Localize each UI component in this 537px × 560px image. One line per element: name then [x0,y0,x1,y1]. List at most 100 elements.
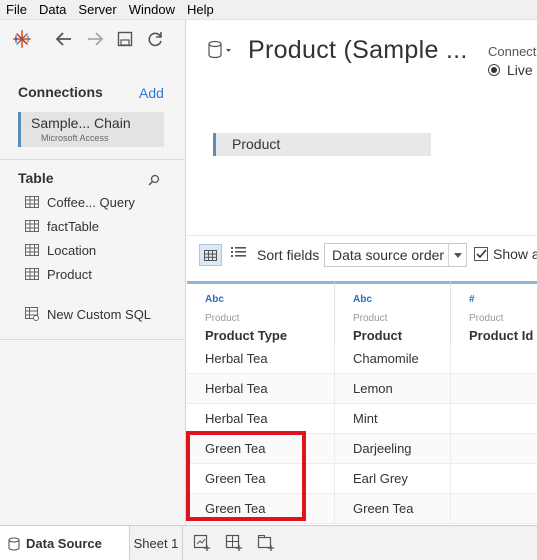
sort-fields-label: Sort fields [257,247,320,263]
connections-heading: Connections [18,84,103,100]
connection-type: Microsoft Access [41,133,109,143]
live-label: Live [507,62,533,78]
table-item-label: Coffee... Query [47,194,135,210]
table-grid-icon [25,220,39,232]
table-item-label: Product [47,266,92,282]
tableau-logo-icon[interactable] [11,28,33,50]
tab-label: Data Source [26,536,102,551]
column-header-product[interactable]: Abc Product Product [335,281,451,349]
table-cell [451,374,537,404]
divider [0,339,186,340]
forward-arrow-icon[interactable] [84,28,106,50]
toolbar [0,20,186,64]
table-grid-icon [25,196,39,208]
table-item-coffee-query[interactable]: Coffee... Query [25,193,135,211]
table-grid-icon [25,244,39,256]
column-source: Product [205,313,240,324]
string-type-icon[interactable]: Abc [205,294,224,305]
table-item-product[interactable]: Product [25,265,92,283]
sheet-tab-bar: Data Source Sheet 1 [0,525,537,560]
connection-item[interactable]: Sample... Chain Microsoft Access [18,112,164,147]
table-cell: Green Tea [187,434,335,464]
table-row: Green Tea Earl Grey [187,464,537,494]
tab-sheet-1[interactable]: Sheet 1 [130,526,183,560]
table-cell: Earl Grey [335,464,451,494]
table-cell [451,434,537,464]
refresh-icon[interactable] [144,28,166,50]
menu-server[interactable]: Server [72,0,122,20]
menu-help[interactable]: Help [181,0,220,20]
save-icon[interactable] [114,28,136,50]
new-custom-sql[interactable]: New Custom SQL [25,305,151,323]
connection-name: Sample... Chain [31,115,131,131]
table-cell: Green Tea [187,464,335,494]
table-cell: Green Tea [187,494,335,524]
column-name: Product [353,328,403,343]
table-row: Herbal Tea Mint [187,404,537,434]
sort-fields-value: Data source order [332,247,445,263]
table-item-label: Location [47,242,97,258]
column-name: Product Type [205,328,288,343]
back-arrow-icon[interactable] [53,28,75,50]
number-type-icon[interactable]: # [469,294,475,305]
menu-bar: File Data Server Window Help [0,0,537,20]
database-icon[interactable] [207,40,233,65]
table-cell: Herbal Tea [187,344,335,374]
tableau-window: File Data Server Window Help Connections… [0,0,537,560]
grid-view-button[interactable] [199,244,222,266]
grid-toolbar: Sort fields Data source order Show a [187,235,537,277]
radio-selected-icon [488,64,500,76]
table-cell: Green Tea [335,494,451,524]
tab-data-source[interactable]: Data Source [0,526,130,560]
menu-window[interactable]: Window [123,0,181,20]
table-cell: Mint [335,404,451,434]
left-pane: Connections Add Sample... Chain Microsof… [0,20,186,525]
table-cell: Herbal Tea [187,374,335,404]
list-view-button[interactable] [231,245,246,263]
table-row: Herbal Tea Lemon [187,374,537,404]
new-worksheet-icon[interactable] [190,531,214,555]
table-grid-icon [25,268,39,280]
table-row: Green Tea Green Tea [187,494,537,524]
menu-file[interactable]: File [0,0,33,20]
table-cell: Lemon [335,374,451,404]
column-source: Product [469,313,504,324]
table-cell [451,464,537,494]
column-header-product-id[interactable]: # Product Product Id [451,281,537,349]
show-aliases-checkbox[interactable]: Show a [474,246,537,262]
table-cell: Chamomile [335,344,451,374]
table-cell: Darjeeling [335,434,451,464]
table-cell: Herbal Tea [187,404,335,434]
table-row: Green Tea Darjeeling [187,434,537,464]
new-dashboard-icon[interactable] [222,531,246,555]
join-canvas: Product (Sample ... Connect Live Product [187,20,537,235]
string-type-icon[interactable]: Abc [353,294,372,305]
divider [0,159,186,160]
show-aliases-label: Show a [493,246,537,262]
sort-fields-dropdown[interactable]: Data source order [324,243,467,267]
column-source: Product [353,313,388,324]
menu-data[interactable]: Data [33,0,72,20]
table-heading: Table [18,170,54,186]
data-grid: Abc Product Product Type Abc Product Pro… [187,277,537,525]
table-cell [451,494,537,524]
column-header-product-type[interactable]: Abc Product Product Type [187,281,335,349]
table-item-label: factTable [47,218,100,234]
database-icon [8,536,20,551]
tab-label: Sheet 1 [133,536,179,551]
table-item-facttable[interactable]: factTable [25,217,99,235]
table-row: Herbal Tea Chamomile [187,344,537,374]
connection-label: Connect [488,44,537,59]
search-icon[interactable] [148,173,160,191]
table-item-location[interactable]: Location [25,241,96,259]
table-cell [451,404,537,434]
table-cell [451,344,537,374]
column-name: Product Id [469,328,534,343]
new-story-icon[interactable] [254,531,278,555]
datasource-title[interactable]: Product (Sample ... [248,36,468,65]
custom-sql-icon [25,307,39,321]
chevron-down-icon [448,244,466,266]
live-radio[interactable]: Live [488,62,533,78]
add-connection-link[interactable]: Add [139,85,164,101]
canvas-table-product[interactable]: Product [213,133,431,156]
